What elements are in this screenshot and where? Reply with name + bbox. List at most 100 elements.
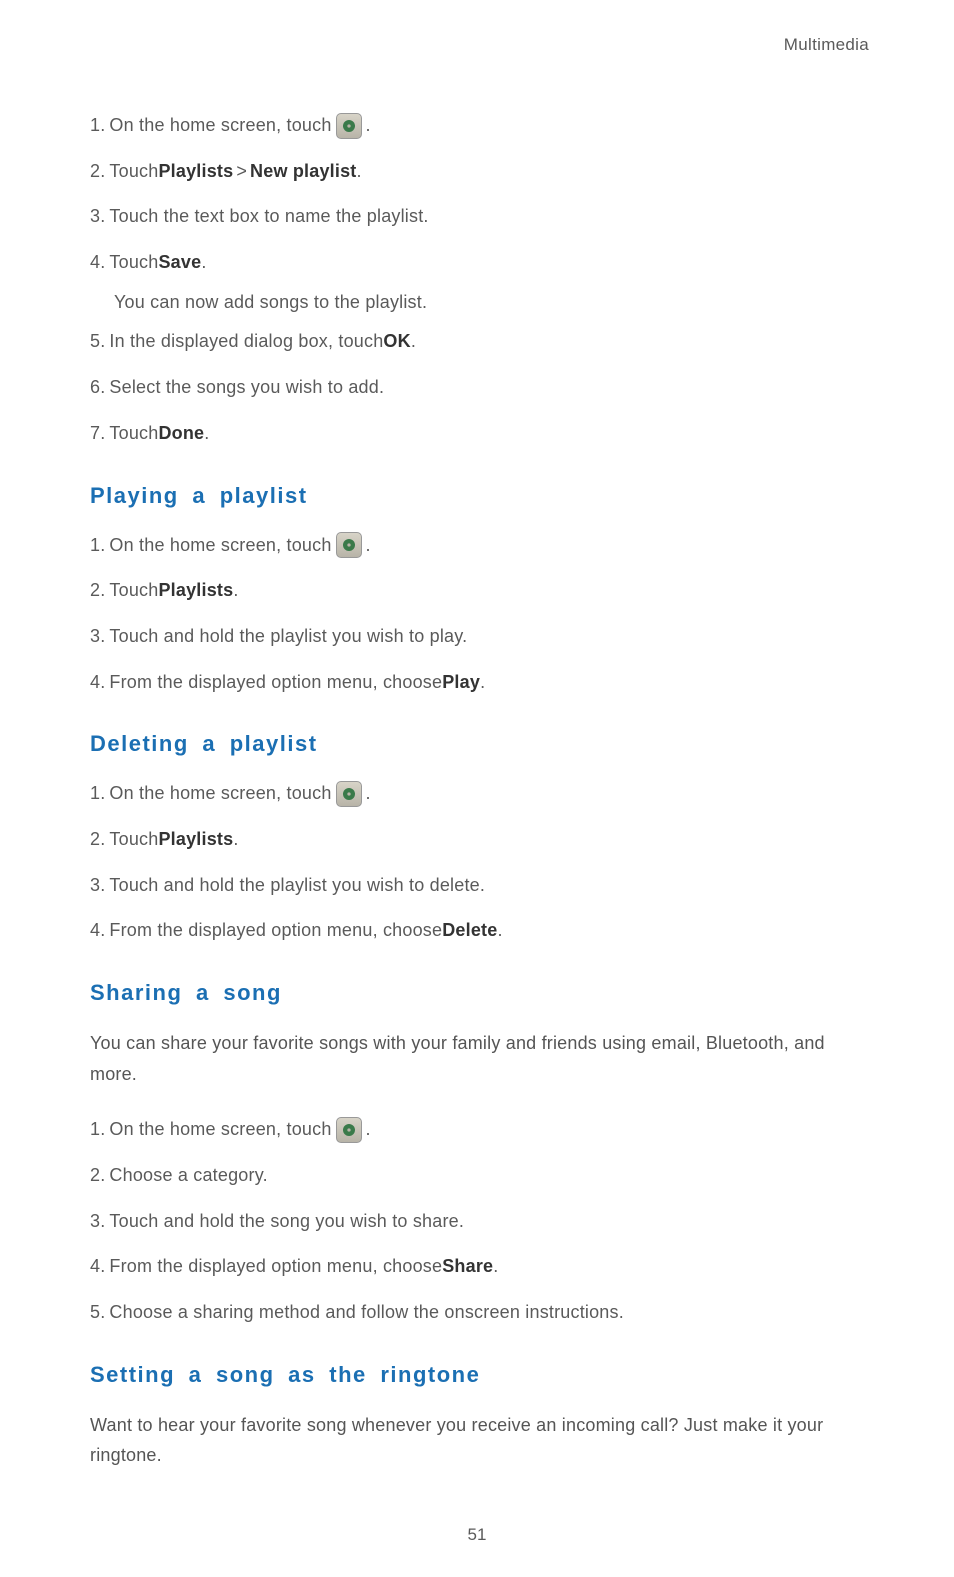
intro-text: Want to hear your favorite song whenever…	[90, 1410, 869, 1471]
step-text: Choose a sharing method and follow the o…	[109, 1298, 624, 1328]
step-list-sharing: 1. On the home screen, touch . 2. Choose…	[90, 1115, 869, 1327]
bold-term: New playlist	[250, 157, 356, 187]
step-text: .	[480, 668, 485, 698]
bold-term: Delete	[442, 916, 497, 946]
step-number: 1.	[90, 1115, 105, 1145]
step-number: 2.	[90, 1161, 105, 1191]
separator: >	[236, 157, 247, 187]
section-heading-deleting: Deleting a playlist	[90, 731, 869, 757]
step-number: 2.	[90, 157, 105, 187]
step-number: 4.	[90, 1252, 105, 1282]
step-text: From the displayed option menu, choose	[109, 1252, 442, 1282]
step-item: 1. On the home screen, touch .	[90, 531, 869, 561]
step-text: .	[366, 1115, 371, 1145]
bold-term: Playlists	[158, 576, 233, 606]
step-number: 4.	[90, 248, 105, 278]
step-item: 4. From the displayed option menu, choos…	[90, 668, 869, 698]
step-item: 5. In the displayed dialog box, touch OK…	[90, 327, 869, 357]
step-number: 4.	[90, 668, 105, 698]
step-text: On the home screen, touch	[109, 531, 331, 561]
step-item: 3. Touch and hold the playlist you wish …	[90, 622, 869, 652]
music-app-icon	[336, 781, 362, 807]
step-number: 1.	[90, 531, 105, 561]
page-header-label: Multimedia	[90, 35, 869, 55]
step-text: .	[233, 576, 238, 606]
step-text: Touch	[109, 157, 158, 187]
intro-text: You can share your favorite songs with y…	[90, 1028, 869, 1089]
section-heading-ringtone: Setting a song as the ringtone	[90, 1362, 869, 1388]
step-number: 1.	[90, 111, 105, 141]
bold-term: OK	[383, 327, 410, 357]
step-text: Touch the text box to name the playlist.	[109, 202, 428, 232]
step-text: Touch and hold the playlist you wish to …	[109, 622, 467, 652]
music-app-icon	[336, 532, 362, 558]
step-text: .	[366, 531, 371, 561]
note-text: You can now add songs to the playlist.	[114, 288, 869, 318]
step-item: 3. Touch and hold the song you wish to s…	[90, 1207, 869, 1237]
step-text: Touch	[109, 576, 158, 606]
step-item: 2. Touch Playlists .	[90, 576, 869, 606]
step-text: .	[366, 111, 371, 141]
step-item: 4. Touch Save .	[90, 248, 869, 278]
step-number: 5.	[90, 1298, 105, 1328]
step-text: On the home screen, touch	[109, 779, 331, 809]
step-number: 7.	[90, 419, 105, 449]
step-number: 3.	[90, 622, 105, 652]
step-text: In the displayed dialog box, touch	[109, 327, 383, 357]
step-text: .	[233, 825, 238, 855]
step-item: 3. Touch the text box to name the playli…	[90, 202, 869, 232]
bold-term: Play	[442, 668, 480, 698]
music-app-icon	[336, 1117, 362, 1143]
step-text: .	[356, 157, 361, 187]
step-item: 1. On the home screen, touch .	[90, 111, 869, 141]
step-text: Touch and hold the song you wish to shar…	[109, 1207, 464, 1237]
bold-term: Save	[158, 248, 201, 278]
step-item: 1. On the home screen, touch .	[90, 1115, 869, 1145]
step-text: .	[366, 779, 371, 809]
step-number: 5.	[90, 327, 105, 357]
step-item: 7. Touch Done .	[90, 419, 869, 449]
step-number: 4.	[90, 916, 105, 946]
step-item: 2. Touch Playlists .	[90, 825, 869, 855]
step-item: 1. On the home screen, touch .	[90, 779, 869, 809]
step-text: Choose a category.	[109, 1161, 267, 1191]
step-text: .	[204, 419, 209, 449]
section-heading-playing: Playing a playlist	[90, 483, 869, 509]
step-text: Touch	[109, 825, 158, 855]
step-text: Touch and hold the playlist you wish to …	[109, 871, 485, 901]
bold-term: Share	[442, 1252, 493, 1282]
step-number: 1.	[90, 779, 105, 809]
step-text: Touch	[109, 419, 158, 449]
step-text: Touch	[109, 248, 158, 278]
step-item: 2. Choose a category.	[90, 1161, 869, 1191]
step-text: From the displayed option menu, choose	[109, 668, 442, 698]
page-number: 51	[0, 1525, 954, 1545]
step-number: 3.	[90, 1207, 105, 1237]
step-item: 3. Touch and hold the playlist you wish …	[90, 871, 869, 901]
step-number: 2.	[90, 576, 105, 606]
step-text: .	[411, 327, 416, 357]
step-item: 4. From the displayed option menu, choos…	[90, 916, 869, 946]
step-text: .	[201, 248, 206, 278]
step-item: 5. Choose a sharing method and follow th…	[90, 1298, 869, 1328]
music-app-icon	[336, 113, 362, 139]
step-item: 2. Touch Playlists > New playlist .	[90, 157, 869, 187]
step-item: 4. From the displayed option menu, choos…	[90, 1252, 869, 1282]
step-number: 3.	[90, 202, 105, 232]
step-text: On the home screen, touch	[109, 111, 331, 141]
step-text: From the displayed option menu, choose	[109, 916, 442, 946]
section-heading-sharing: Sharing a song	[90, 980, 869, 1006]
step-text: .	[493, 1252, 498, 1282]
step-list-create: 1. On the home screen, touch . 2. Touch …	[90, 111, 869, 449]
step-text: .	[497, 916, 502, 946]
step-list-playing: 1. On the home screen, touch . 2. Touch …	[90, 531, 869, 698]
step-text: On the home screen, touch	[109, 1115, 331, 1145]
step-item: 6. Select the songs you wish to add.	[90, 373, 869, 403]
bold-term: Playlists	[158, 825, 233, 855]
step-number: 2.	[90, 825, 105, 855]
bold-term: Done	[158, 419, 204, 449]
step-number: 3.	[90, 871, 105, 901]
step-text: Select the songs you wish to add.	[109, 373, 384, 403]
bold-term: Playlists	[158, 157, 233, 187]
step-number: 6.	[90, 373, 105, 403]
